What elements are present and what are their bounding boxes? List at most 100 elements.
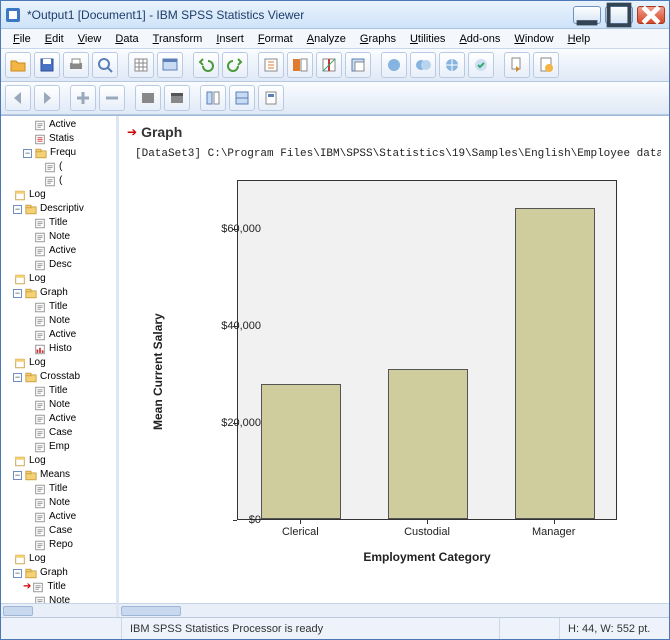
- select-button[interactable]: [316, 52, 342, 78]
- collapse-toggle-icon[interactable]: −: [13, 373, 22, 382]
- outline-item[interactable]: Log: [3, 356, 116, 370]
- outline-item[interactable]: −Graph: [3, 566, 116, 580]
- content-hscroll[interactable]: [119, 603, 669, 617]
- content-area[interactable]: ➔ Graph [DataSet3] C:\Program Files\IBM\…: [119, 116, 669, 603]
- outline-label: Log: [29, 356, 46, 370]
- ball4-button[interactable]: [468, 52, 494, 78]
- outline-item[interactable]: Repo: [3, 538, 116, 552]
- outline-label: Graph: [40, 286, 68, 300]
- outline-item[interactable]: Active: [3, 244, 116, 258]
- preview-button[interactable]: [92, 52, 118, 78]
- menu-analyze[interactable]: Analyze: [301, 31, 352, 47]
- outline-item[interactable]: Emp: [3, 440, 116, 454]
- menu-format[interactable]: Format: [252, 31, 299, 47]
- outline-item[interactable]: −Frequ: [3, 146, 116, 160]
- menu-transform[interactable]: Transform: [147, 31, 209, 47]
- outline-item[interactable]: (: [3, 160, 116, 174]
- outline-item[interactable]: Note: [3, 496, 116, 510]
- titlebar: *Output1 [Document1] - IBM SPSS Statisti…: [1, 1, 669, 29]
- note-icon: [33, 483, 47, 495]
- menu-view[interactable]: View: [72, 31, 108, 47]
- stat-icon: [33, 133, 47, 145]
- variables-button[interactable]: [287, 52, 313, 78]
- outline-item[interactable]: −Means: [3, 468, 116, 482]
- maximize-button[interactable]: [605, 6, 633, 24]
- outline-item[interactable]: Log: [3, 188, 116, 202]
- menu-file[interactable]: File: [7, 31, 37, 47]
- outline-item[interactable]: Note: [3, 314, 116, 328]
- outline-item[interactable]: Log: [3, 272, 116, 286]
- outline-item[interactable]: Note: [3, 594, 116, 603]
- forward-button[interactable]: [34, 85, 60, 111]
- note-icon: [33, 245, 47, 257]
- menu-utilities[interactable]: Utilities: [404, 31, 451, 47]
- print-button[interactable]: [63, 52, 89, 78]
- collapse-button[interactable]: [135, 85, 161, 111]
- menu-edit[interactable]: Edit: [39, 31, 70, 47]
- collapse-toggle-icon[interactable]: −: [13, 471, 22, 480]
- redo-button[interactable]: [222, 52, 248, 78]
- show-button[interactable]: [200, 85, 226, 111]
- collapse-toggle-icon[interactable]: −: [13, 205, 22, 214]
- outline-item[interactable]: Active: [3, 328, 116, 342]
- outline-item[interactable]: Title: [3, 300, 116, 314]
- goto-button[interactable]: [258, 52, 284, 78]
- export-button[interactable]: [504, 52, 530, 78]
- outline-item[interactable]: Case: [3, 426, 116, 440]
- outline-item[interactable]: Histo: [3, 342, 116, 356]
- outline-hscroll[interactable]: [1, 603, 116, 617]
- outline-item[interactable]: Statis: [3, 132, 116, 146]
- outline-item[interactable]: Active: [3, 412, 116, 426]
- outline-item[interactable]: Title: [3, 384, 116, 398]
- outline-label: Log: [29, 454, 46, 468]
- menu-add-ons[interactable]: Add-ons: [453, 31, 506, 47]
- outline-item[interactable]: (: [3, 174, 116, 188]
- data-button[interactable]: [128, 52, 154, 78]
- outline-item[interactable]: −Crosstab: [3, 370, 116, 384]
- outline-item[interactable]: − Graph: [3, 286, 116, 300]
- menu-help[interactable]: Help: [562, 31, 597, 47]
- outline-item[interactable]: Log: [3, 552, 116, 566]
- expand-button[interactable]: [164, 85, 190, 111]
- minimize-button[interactable]: [573, 6, 601, 24]
- undo-button[interactable]: [193, 52, 219, 78]
- ball1-button[interactable]: [381, 52, 407, 78]
- outline-item[interactable]: ➔Title: [3, 580, 116, 594]
- outline-item[interactable]: Title: [3, 482, 116, 496]
- menu-data[interactable]: Data: [109, 31, 144, 47]
- collapse-toggle-icon[interactable]: −: [13, 569, 22, 578]
- ball3-button[interactable]: [439, 52, 465, 78]
- script-button[interactable]: [533, 52, 559, 78]
- outline-label: Desc: [49, 258, 72, 272]
- ball2-button[interactable]: [410, 52, 436, 78]
- save-button[interactable]: [34, 52, 60, 78]
- outline-item[interactable]: Active: [3, 510, 116, 524]
- outline-item[interactable]: Note: [3, 398, 116, 412]
- hide-button[interactable]: [229, 85, 255, 111]
- demote-button[interactable]: [99, 85, 125, 111]
- open-button[interactable]: [5, 52, 31, 78]
- outline-item[interactable]: Log: [3, 454, 116, 468]
- promote-button[interactable]: [70, 85, 96, 111]
- outline-item[interactable]: Active: [3, 118, 116, 132]
- insert-button[interactable]: [345, 52, 371, 78]
- outline-item[interactable]: Desc: [3, 258, 116, 272]
- designate-button[interactable]: [258, 85, 284, 111]
- collapse-toggle-icon[interactable]: −: [13, 289, 22, 298]
- window-title: *Output1 [Document1] - IBM SPSS Statisti…: [27, 8, 573, 22]
- menu-window[interactable]: Window: [508, 31, 559, 47]
- outline-item[interactable]: Note: [3, 230, 116, 244]
- menu-insert[interactable]: Insert: [210, 31, 250, 47]
- outline-item[interactable]: −Descriptiv: [3, 202, 116, 216]
- log-icon: [13, 189, 27, 201]
- close-button[interactable]: [637, 6, 665, 24]
- outline-item[interactable]: Case: [3, 524, 116, 538]
- menu-graphs[interactable]: Graphs: [354, 31, 402, 47]
- dialog-button[interactable]: [157, 52, 183, 78]
- back-button[interactable]: [5, 85, 31, 111]
- outline-tree[interactable]: ActiveStatis−Frequ((Log−DescriptivTitleN…: [1, 116, 116, 603]
- outline-item[interactable]: Title: [3, 216, 116, 230]
- note-icon: [43, 175, 57, 187]
- collapse-toggle-icon[interactable]: −: [23, 149, 32, 158]
- bar-chart[interactable]: Mean Current Salary Employment Category …: [147, 170, 647, 580]
